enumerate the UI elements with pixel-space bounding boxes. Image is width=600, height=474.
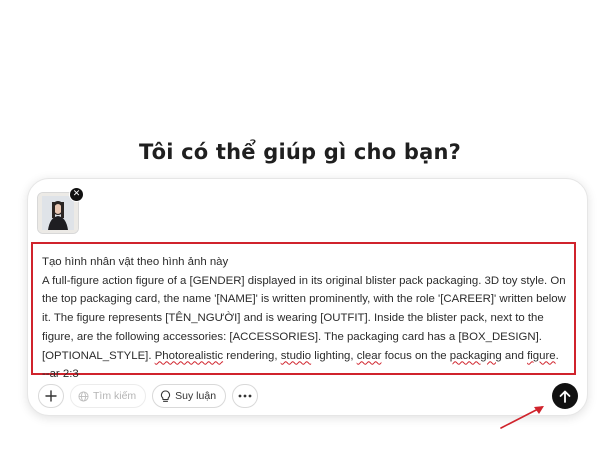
more-horizontal-icon: [238, 394, 252, 398]
spellcheck-word: studio: [280, 349, 312, 362]
globe-icon: [78, 390, 89, 402]
prompt-input[interactable]: Tạo hình nhân vật theo hình ảnh này A fu…: [42, 253, 576, 384]
prompt-text-segment: rendering,: [223, 349, 281, 362]
composer-toolbar: Tìm kiếm Suy luận: [38, 383, 264, 409]
send-button[interactable]: [552, 383, 578, 409]
prompt-body: A full-figure action figure of a [GENDER…: [42, 274, 569, 362]
search-button-label: Tìm kiếm: [93, 390, 137, 402]
lightbulb-icon: [160, 389, 171, 403]
add-attachment-button[interactable]: [38, 384, 64, 408]
more-options-button[interactable]: [232, 384, 259, 408]
reason-button-label: Suy luận: [175, 390, 217, 402]
spellcheck-word: clear: [356, 349, 382, 362]
spellcheck-word: packaging: [449, 349, 502, 362]
annotation-arrow-icon: [500, 406, 544, 429]
prompt-line-vietnamese: Tạo hình nhân vật theo hình ảnh này: [42, 256, 229, 268]
chat-composer: ✕ Tạo hình nhân vật theo hình ảnh này A …: [27, 178, 588, 416]
spellcheck-word: figure: [527, 349, 556, 362]
prompt-text-segment: focus on the: [381, 349, 450, 362]
plus-icon: [45, 390, 57, 402]
page-title: Tôi có thể giúp gì cho bạn?: [139, 140, 461, 164]
arrow-up-icon: [559, 390, 571, 403]
spellcheck-word: Photorealistic: [154, 349, 224, 362]
search-button[interactable]: Tìm kiếm: [70, 384, 147, 408]
prompt-text-segment: and: [501, 349, 528, 362]
prompt-text-segment: lighting,: [311, 349, 357, 362]
remove-attachment-icon[interactable]: ✕: [69, 187, 84, 202]
reason-button[interactable]: Suy luận: [152, 384, 227, 408]
